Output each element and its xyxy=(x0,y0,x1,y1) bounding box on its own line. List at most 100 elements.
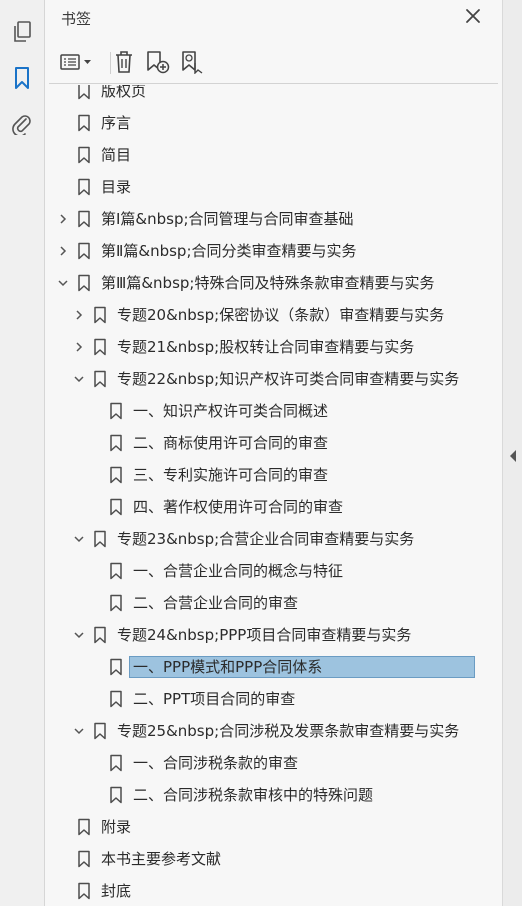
bookmark-item-icon xyxy=(77,818,91,836)
bookmark-item-label: 一、合营企业合同的概念与特征 xyxy=(133,562,344,580)
bookmark-item[interactable]: 本书主要参考文献 xyxy=(45,843,475,875)
options-menu-icon xyxy=(60,54,91,70)
chevron-right-icon[interactable] xyxy=(73,341,85,353)
bookmark-item-label: 一、知识产权许可类合同概述 xyxy=(133,402,329,420)
bookmark-item[interactable]: 四、著作权使用许可合同的审查 xyxy=(45,491,475,523)
bookmark-item[interactable]: 专题24&nbsp;PPP项目合同审查精要与实务 xyxy=(45,619,475,651)
bookmark-item-label: 二、PPT项目合同的审查 xyxy=(133,690,296,708)
bookmark-item-label: 目录 xyxy=(101,178,132,196)
bookmark-item-label: 封底 xyxy=(101,882,132,900)
bookmark-item[interactable]: 第Ⅱ篇&nbsp;合同分类审查精要与实务 xyxy=(45,235,475,267)
bookmark-item-icon xyxy=(77,210,91,228)
bookmarks-toolbar xyxy=(45,44,502,80)
bookmark-item[interactable]: 专题23&nbsp;合营企业合同审查精要与实务 xyxy=(45,523,475,555)
bookmark-icon[interactable] xyxy=(8,64,36,92)
find-bookmark-button[interactable] xyxy=(179,48,207,76)
bookmark-item[interactable]: 简目 xyxy=(45,139,475,171)
bookmark-item-icon xyxy=(109,562,123,580)
bookmark-item[interactable]: 封底 xyxy=(45,875,475,906)
bookmark-item[interactable]: 一、PPP模式和PPP合同体系 xyxy=(45,651,475,683)
bookmark-item[interactable]: 专题21&nbsp;股权转让合同审查精要与实务 xyxy=(45,331,475,363)
bookmark-item[interactable]: 一、合同涉税条款的审查 xyxy=(45,747,475,779)
bookmark-item-label: 二、合同涉税条款审核中的特殊问题 xyxy=(133,786,374,804)
close-icon[interactable] xyxy=(464,7,482,25)
collapse-arrow-icon[interactable] xyxy=(508,448,518,462)
chevron-down-icon[interactable] xyxy=(73,533,85,545)
bookmark-item-icon xyxy=(93,530,107,548)
bookmark-item[interactable]: 序言 xyxy=(45,107,475,139)
bookmark-item-icon xyxy=(109,402,123,420)
chevron-down-icon[interactable] xyxy=(73,725,85,737)
pages-icon[interactable] xyxy=(8,18,36,46)
bookmark-item-icon xyxy=(109,658,123,676)
new-bookmark-button[interactable] xyxy=(144,48,172,76)
bookmark-item-icon xyxy=(109,498,123,516)
bookmark-item-icon xyxy=(109,754,123,772)
bookmark-item-label: 第Ⅰ篇&nbsp;合同管理与合同审查基础 xyxy=(101,210,354,228)
bookmark-item-icon xyxy=(109,594,123,612)
bookmark-item-icon xyxy=(77,146,91,164)
options-menu-button[interactable] xyxy=(59,48,97,76)
bookmark-item[interactable]: 二、合营企业合同的审查 xyxy=(45,587,475,619)
bookmark-item-icon xyxy=(93,338,107,356)
bookmark-item-label: 专题20&nbsp;保密协议（条款）审查精要与实务 xyxy=(117,306,445,324)
chevron-down-icon[interactable] xyxy=(73,373,85,385)
bookmark-item-label: 一、合同涉税条款的审查 xyxy=(133,754,299,772)
chevron-right-icon[interactable] xyxy=(73,309,85,321)
attachment-icon[interactable] xyxy=(8,110,36,138)
bookmark-item-label: 专题22&nbsp;知识产权许可类合同审查精要与实务 xyxy=(117,370,460,388)
bookmark-item[interactable]: 专题20&nbsp;保密协议（条款）审查精要与实务 xyxy=(45,299,475,331)
bookmark-item-icon xyxy=(77,882,91,900)
chevron-right-icon[interactable] xyxy=(57,245,69,257)
panel-collapse-strip[interactable] xyxy=(502,0,522,906)
bookmark-item[interactable]: 附录 xyxy=(45,811,475,843)
bookmark-item[interactable]: 二、PPT项目合同的审查 xyxy=(45,683,475,715)
bookmark-item-icon xyxy=(77,274,91,292)
bookmark-item-label: 专题23&nbsp;合营企业合同审查精要与实务 xyxy=(117,530,415,548)
delete-bookmark-button[interactable] xyxy=(111,48,137,76)
bookmark-item[interactable]: 二、合同涉税条款审核中的特殊问题 xyxy=(45,779,475,811)
bookmark-item-label: 序言 xyxy=(101,114,132,132)
delete-bookmark-icon xyxy=(116,51,132,73)
bookmark-item-icon xyxy=(93,626,107,644)
bookmark-item[interactable]: 一、合营企业合同的概念与特征 xyxy=(45,555,475,587)
bookmark-item[interactable]: 第Ⅲ篇&nbsp;特殊合同及特殊条款审查精要与实务 xyxy=(45,267,475,299)
bookmark-item-label: 二、商标使用许可合同的审查 xyxy=(133,434,329,452)
bookmark-item-label: 四、著作权使用许可合同的审查 xyxy=(133,498,344,516)
bookmark-item-label: 二、合营企业合同的审查 xyxy=(133,594,299,612)
bookmark-item[interactable]: 第Ⅰ篇&nbsp;合同管理与合同审查基础 xyxy=(45,203,475,235)
bookmark-item[interactable]: 专题22&nbsp;知识产权许可类合同审查精要与实务 xyxy=(45,363,475,395)
bookmark-item-label: 第Ⅲ篇&nbsp;特殊合同及特殊条款审查精要与实务 xyxy=(101,274,435,292)
bookmark-item[interactable]: 二、商标使用许可合同的审查 xyxy=(45,427,475,459)
new-bookmark-icon xyxy=(147,51,170,74)
chevron-down-icon[interactable] xyxy=(73,629,85,641)
bookmark-item-icon xyxy=(109,690,123,708)
bookmark-item[interactable]: 专题25&nbsp;合同涉税及发票条款审查精要与实务 xyxy=(45,715,475,747)
bookmark-item-icon xyxy=(77,178,91,196)
bookmark-item-label: 本书主要参考文献 xyxy=(101,850,222,868)
bookmark-tree: 版权页序言简目目录第Ⅰ篇&nbsp;合同管理与合同审查基础 第Ⅱ篇&nbsp;合同… xyxy=(45,85,475,906)
bookmark-item-icon xyxy=(77,114,91,132)
bookmark-item-icon xyxy=(93,722,107,740)
bookmark-item-label: 专题24&nbsp;PPP项目合同审查精要与实务 xyxy=(117,626,412,644)
bookmark-item-label: 三、专利实施许可合同的审查 xyxy=(133,466,329,484)
bookmark-item[interactable]: 版权页 xyxy=(45,85,475,107)
bookmark-item[interactable]: 三、专利实施许可合同的审查 xyxy=(45,459,475,491)
toolbar-divider xyxy=(49,83,498,84)
bookmark-item-label: 附录 xyxy=(101,818,132,836)
bookmark-item-label: 第Ⅱ篇&nbsp;合同分类审查精要与实务 xyxy=(101,242,357,260)
bookmark-item-label: 版权页 xyxy=(101,85,147,100)
bookmark-item-label: 专题25&nbsp;合同涉税及发票条款审查精要与实务 xyxy=(117,722,460,740)
bookmark-item[interactable]: 一、知识产权许可类合同概述 xyxy=(45,395,475,427)
bookmark-item-label: 简目 xyxy=(101,146,132,164)
find-bookmark-icon xyxy=(182,51,203,74)
bookmark-item-icon xyxy=(93,370,107,388)
bookmark-item-icon xyxy=(109,786,123,804)
panel-title: 书签 xyxy=(61,10,92,28)
bookmark-item[interactable]: 目录 xyxy=(45,171,475,203)
bookmarks-panel: 书签 版权页 序言 简目 目录 第Ⅰ篇&nbsp;合同管理与合同审查基础 第Ⅱ篇… xyxy=(45,0,522,906)
chevron-right-icon[interactable] xyxy=(57,213,69,225)
bookmark-item-icon xyxy=(93,306,107,324)
bookmark-item-label: 专题21&nbsp;股权转让合同审查精要与实务 xyxy=(117,338,415,356)
chevron-down-icon[interactable] xyxy=(57,277,69,289)
